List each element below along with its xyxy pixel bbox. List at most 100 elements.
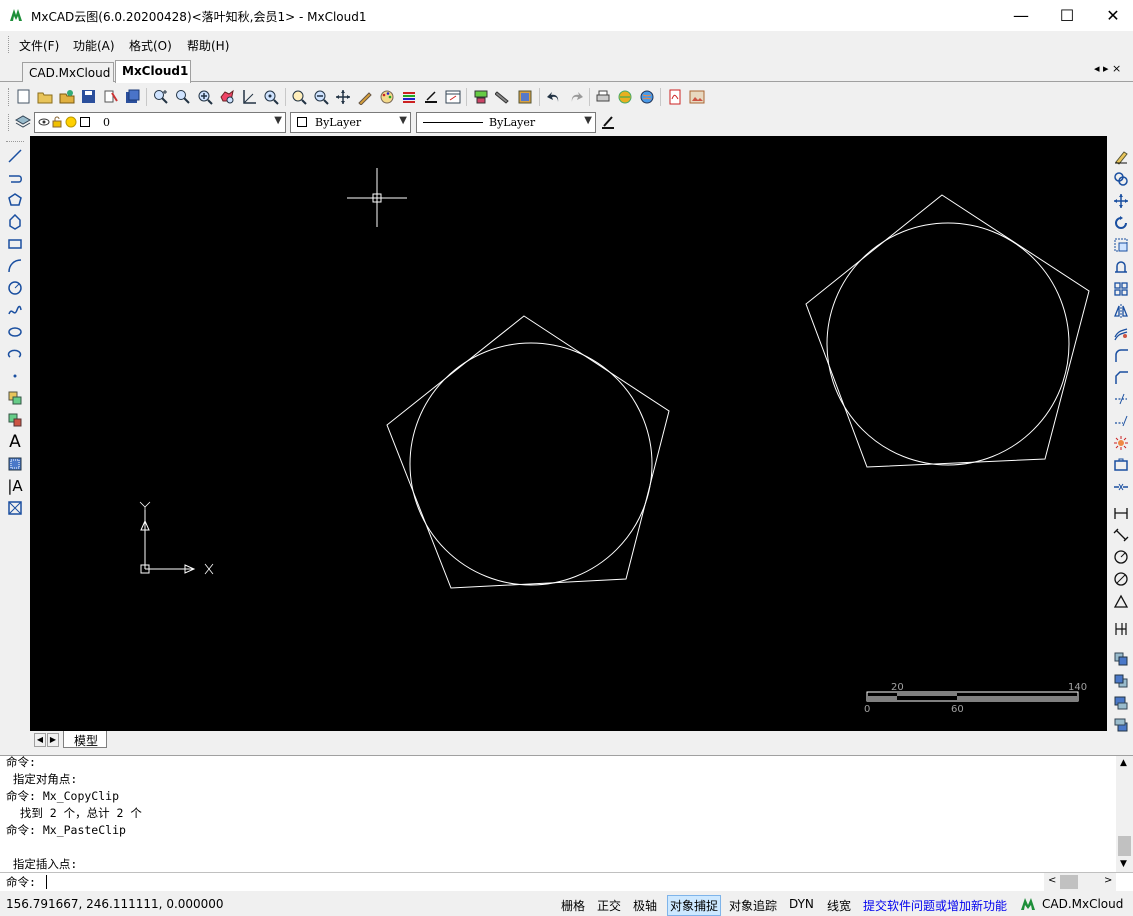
circle-shape[interactable] [409,342,653,586]
hatch-icon[interactable] [5,454,25,474]
toggle-otrack[interactable]: 对象追踪 [729,897,777,914]
rectangle-icon[interactable] [5,234,25,254]
zoom-window-icon[interactable] [174,88,191,105]
open-file-icon[interactable] [36,88,53,105]
arc-icon[interactable] [5,256,25,276]
point-icon[interactable] [5,366,25,386]
layers-icon[interactable] [400,88,417,105]
global-sync-icon[interactable] [638,88,655,105]
pentagon-icon[interactable] [5,212,25,232]
continue-dimension-icon[interactable] [1111,619,1131,639]
trim-icon[interactable] [1111,389,1131,409]
toggle-polar[interactable]: 极轴 [633,897,657,914]
print-preview-icon[interactable] [102,88,119,105]
send-to-back-icon[interactable] [1111,671,1131,691]
feedback-link[interactable]: 提交软件问题或增加新功能 [863,897,1007,914]
export-image-icon[interactable] [688,88,705,105]
bring-to-front-icon[interactable] [1111,649,1131,669]
input-hscrollbar[interactable]: < > [1044,873,1116,891]
properties-window-icon[interactable] [444,88,461,105]
zoom-realtime-icon[interactable] [152,88,169,105]
plot-icon[interactable] [594,88,611,105]
linetype-select[interactable]: ByLayer ▼ [416,112,596,133]
toggle-osnap[interactable]: 对象捕捉 [667,895,722,916]
array-icon[interactable] [1111,279,1131,299]
offset-icon[interactable] [1111,323,1131,343]
export-pdf-icon[interactable] [666,88,683,105]
linear-dimension-icon[interactable] [1111,503,1131,523]
menu-function[interactable]: 功能(A) [73,37,115,54]
menu-file[interactable]: 文件(F) [19,37,59,54]
minimize-button[interactable]: — [998,0,1044,30]
zoom-out-icon[interactable] [312,88,329,105]
render-sphere-icon[interactable] [616,88,633,105]
command-input[interactable] [48,874,1038,890]
polygon-icon[interactable] [5,190,25,210]
scrollbar-thumb[interactable] [1118,836,1131,856]
menu-format[interactable]: 格式(O) [129,37,172,54]
bring-above-icon[interactable] [1111,693,1131,713]
redo-icon[interactable] [567,88,584,105]
scroll-up-icon[interactable]: ▲ [1120,758,1127,768]
table-icon[interactable] [5,498,25,518]
circle-shape[interactable] [826,222,1070,466]
zoom-extents-icon[interactable] [262,88,279,105]
copy-icon[interactable] [1111,169,1131,189]
text-icon[interactable]: A [5,432,25,452]
diameter-dimension-icon[interactable] [1111,569,1131,589]
stretch-icon[interactable] [1111,257,1131,277]
match-properties-icon[interactable] [356,88,373,105]
line-icon[interactable] [5,146,25,166]
pan-zoom-icon[interactable] [218,88,235,105]
move-icon[interactable] [1111,191,1131,211]
undo-icon[interactable] [545,88,562,105]
brush-tool-icon[interactable] [494,88,511,105]
open-cloud-icon[interactable] [58,88,75,105]
spline-icon[interactable] [5,300,25,320]
radius-dimension-icon[interactable] [1111,547,1131,567]
scroll-right-icon[interactable]: > [1104,875,1112,886]
close-button[interactable]: ✕ [1090,0,1133,30]
color-palette-icon[interactable] [378,88,395,105]
circle-icon[interactable] [5,278,25,298]
layer-manager-icon[interactable] [14,113,31,130]
ellipse-icon[interactable] [5,322,25,342]
pentagon-shape[interactable] [386,315,670,589]
save-as-icon[interactable] [124,88,141,105]
history-scrollbar[interactable]: ▲ ▼ [1116,756,1133,872]
angular-dimension-icon[interactable] [1111,591,1131,611]
new-file-icon[interactable] [15,88,32,105]
insert-block-icon[interactable] [5,388,25,408]
ucs-icon[interactable] [240,88,257,105]
chamfer-icon[interactable] [1111,367,1131,387]
make-block-icon[interactable] [5,410,25,430]
tab-model[interactable]: 模型 [63,731,108,748]
save-icon[interactable] [80,88,97,105]
maximize-button[interactable]: ☐ [1044,0,1090,30]
menu-help[interactable]: 帮助(H) [187,37,229,54]
tab-nav-controls[interactable]: ◂ ▸ × [1094,62,1121,75]
scale-icon[interactable] [1111,235,1131,255]
extend-icon[interactable] [1111,411,1131,431]
tool-palette-icon[interactable] [472,88,489,105]
color-select[interactable]: ByLayer ▼ [290,112,411,133]
layer-select[interactable]: 0 ▼ [34,112,286,133]
aligned-dimension-icon[interactable] [1111,525,1131,545]
rotate-icon[interactable] [1111,213,1131,233]
mtext-icon[interactable]: |A [5,476,25,496]
pan-icon[interactable] [334,88,351,105]
scroll-left-icon[interactable]: < [1048,875,1056,886]
polyline-icon[interactable] [5,168,25,188]
ellipse-arc-icon[interactable] [5,344,25,364]
scroll-down-icon[interactable]: ▼ [1120,859,1127,869]
scrollbar-thumb[interactable] [1060,875,1078,889]
fillet-icon[interactable] [1111,345,1131,365]
send-under-icon[interactable] [1111,715,1131,735]
toggle-dyn[interactable]: DYN [789,897,814,911]
scroll-left-button[interactable]: ◀ [34,733,46,747]
tab-cad-mxcloud[interactable]: CAD.MxCloud [22,62,114,82]
break-icon[interactable] [1111,455,1131,475]
drawing-canvas[interactable]: 20 140 0 60 [30,136,1107,731]
design-center-icon[interactable] [516,88,533,105]
erase-icon[interactable] [1111,147,1131,167]
